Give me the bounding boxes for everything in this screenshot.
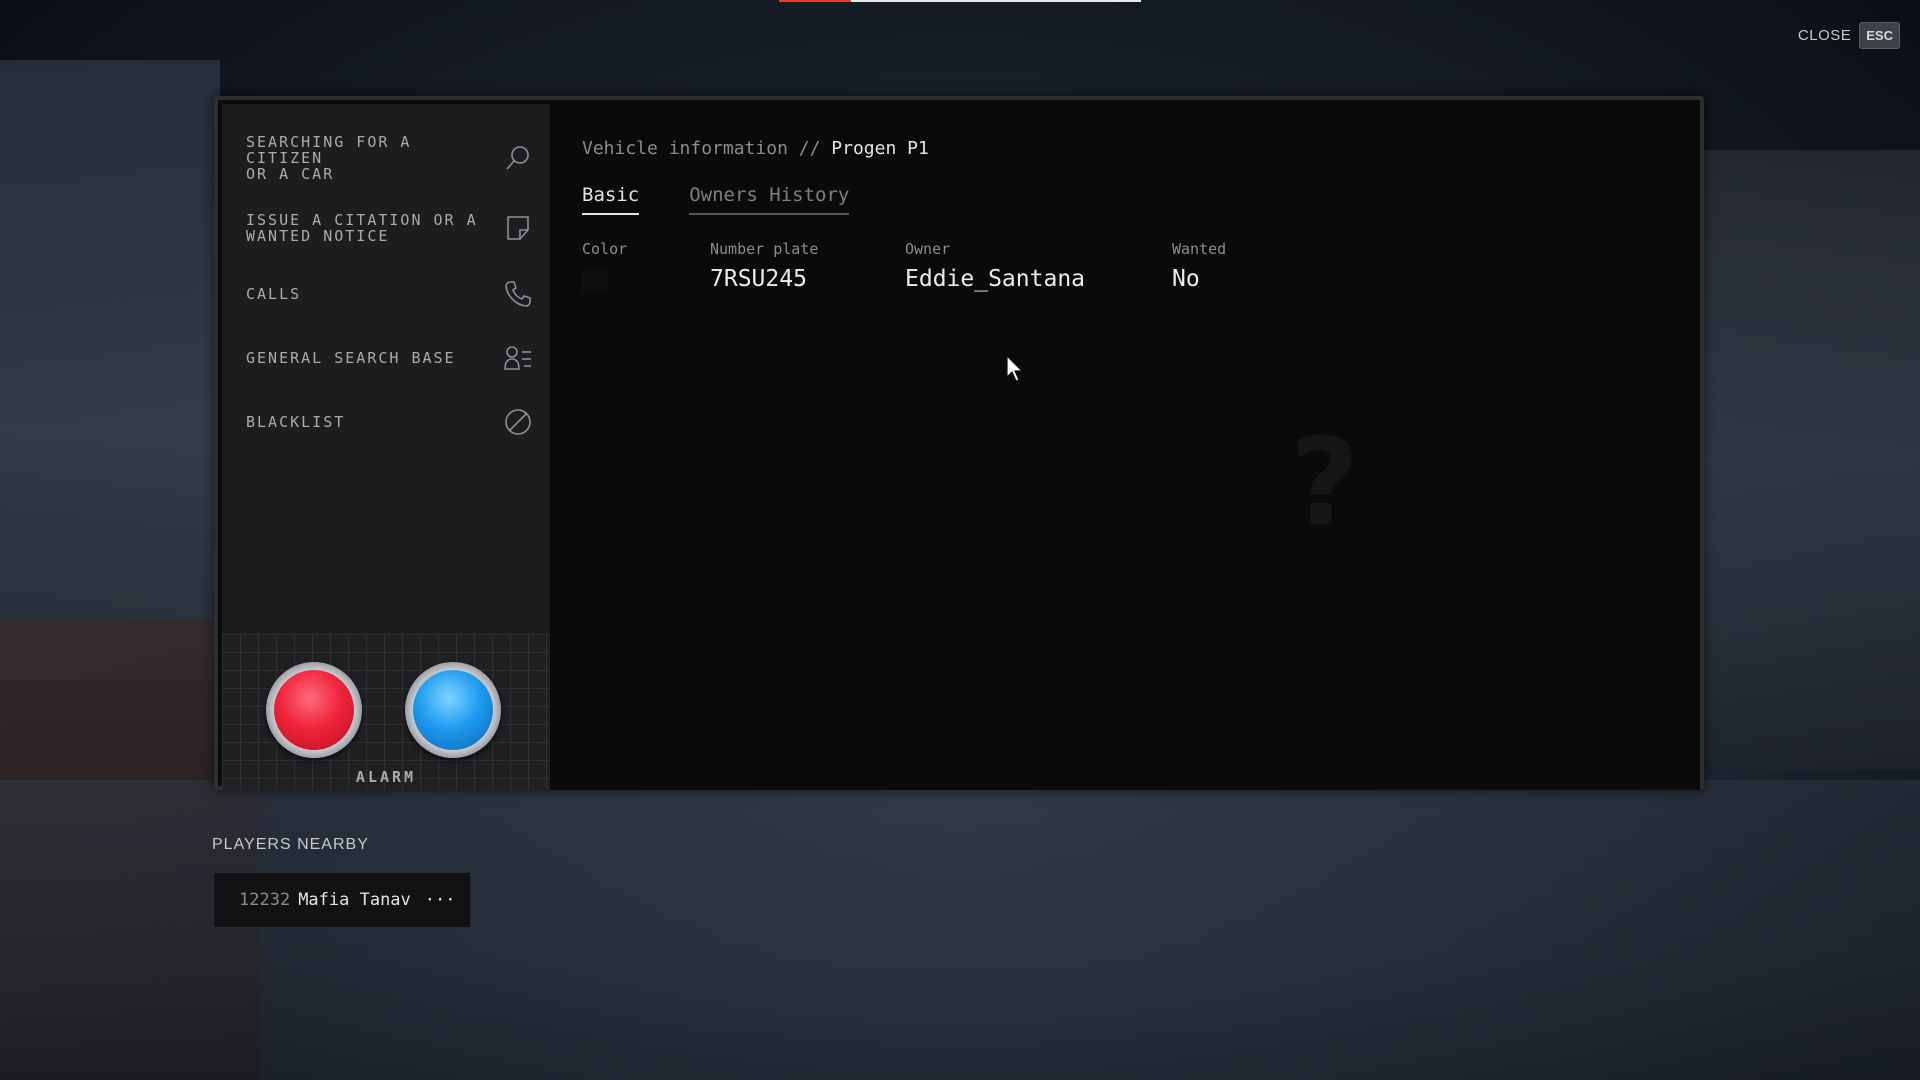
field-label: Owner bbox=[905, 240, 951, 258]
nearby-player-card[interactable]: 12232 Mafia Tanav ··· bbox=[213, 872, 471, 928]
red-alarm-light bbox=[274, 670, 354, 750]
blue-alarm-button[interactable] bbox=[405, 662, 501, 758]
field-value: 7RSU245 bbox=[710, 266, 807, 292]
blue-alarm-light bbox=[413, 670, 493, 750]
background-building bbox=[1670, 150, 1920, 770]
breadcrumb-vehicle: Progen P1 bbox=[831, 138, 929, 159]
alarm-panel: ALARM bbox=[222, 634, 550, 790]
breadcrumb: Vehicle information // Progen P1 bbox=[582, 138, 929, 159]
tab-basic[interactable]: Basic bbox=[582, 184, 640, 215]
blocked-icon bbox=[502, 406, 534, 438]
red-alarm-button[interactable] bbox=[266, 662, 362, 758]
sidebar-item-calls[interactable]: CALLS bbox=[222, 264, 550, 324]
breadcrumb-section: Vehicle information bbox=[582, 138, 788, 159]
background-floor bbox=[0, 780, 1920, 1080]
sidebar-item-label: ISSUE A CITATION OR A WANTED NOTICE bbox=[246, 211, 478, 245]
field-color: Color bbox=[582, 240, 710, 294]
player-name: Mafia Tanav bbox=[298, 890, 411, 910]
sidebar-item-issue-citation[interactable]: ISSUE A CITATION OR A WANTED NOTICE bbox=[222, 198, 550, 258]
sidebar-item-general-search-base[interactable]: GENERAL SEARCH BASE bbox=[222, 328, 550, 388]
sidebar-item-label: BLACKLIST bbox=[246, 413, 346, 431]
top-progress-fill bbox=[779, 0, 852, 2]
sidebar-item-blacklist[interactable]: BLACKLIST bbox=[222, 392, 550, 452]
color-swatch bbox=[582, 268, 608, 294]
close-control[interactable]: CLOSE ESC bbox=[1798, 22, 1900, 49]
phone-icon bbox=[502, 278, 534, 310]
close-label: CLOSE bbox=[1797, 27, 1852, 44]
sidebar-item-label: SEARCHING FOR A CITIZEN OR A CAR bbox=[246, 133, 412, 183]
field-wanted: Wanted No bbox=[1172, 240, 1292, 294]
alarm-label: ALARM bbox=[355, 768, 417, 786]
players-nearby-title: PLAYERS NEARBY bbox=[212, 836, 369, 853]
field-label: Color bbox=[582, 240, 628, 258]
vehicle-info-panel: ? Vehicle information // Progen P1 Basic… bbox=[550, 104, 1700, 790]
sidebar: SEARCHING FOR A CITIZEN OR A CAR ISSUE A… bbox=[222, 104, 550, 790]
search-icon bbox=[502, 142, 534, 174]
top-progress-bar bbox=[779, 0, 1141, 2]
more-options-icon[interactable]: ··· bbox=[425, 890, 456, 910]
field-label: Number plate bbox=[710, 240, 819, 258]
esc-key[interactable]: ESC bbox=[1859, 22, 1900, 49]
tab-owners-history[interactable]: Owners History bbox=[689, 184, 850, 215]
police-tablet: SEARCHING FOR A CITIZEN OR A CAR ISSUE A… bbox=[214, 96, 1704, 790]
sidebar-item-label: CALLS bbox=[246, 285, 302, 303]
mouse-pointer-icon bbox=[1006, 355, 1024, 382]
player-id: 12232 bbox=[239, 890, 291, 910]
field-label: Wanted bbox=[1172, 240, 1227, 258]
sidebar-item-search-citizen-car[interactable]: SEARCHING FOR A CITIZEN OR A CAR bbox=[222, 122, 550, 194]
breadcrumb-separator: // bbox=[798, 138, 821, 159]
person-list-icon bbox=[502, 342, 534, 374]
tab-bar: Basic Owners History bbox=[582, 184, 850, 215]
field-number-plate: Number plate 7RSU245 bbox=[710, 240, 905, 294]
sidebar-item-label: GENERAL SEARCH BASE bbox=[246, 349, 456, 367]
vehicle-fields: Color Number plate 7RSU245 Owner Eddie_S… bbox=[582, 240, 1292, 294]
background-wall bbox=[0, 60, 220, 680]
field-value: No bbox=[1172, 266, 1200, 292]
field-value: Eddie_Santana bbox=[905, 266, 1086, 292]
placeholder-question-mark: ? bbox=[1290, 414, 1360, 553]
note-icon bbox=[502, 212, 534, 244]
field-owner: Owner Eddie_Santana bbox=[905, 240, 1172, 294]
